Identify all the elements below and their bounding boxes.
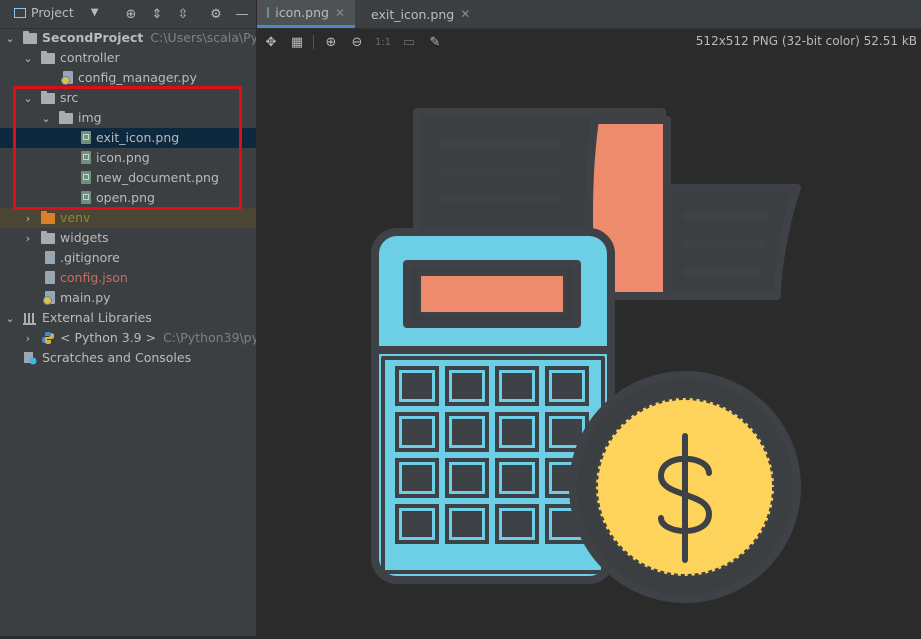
tree-item-config-json[interactable]: config.json (0, 268, 256, 288)
zoom-out-icon[interactable]: ⊖ (347, 32, 367, 52)
image-info: 512x512 PNG (32-bit color) 52.51 kB (695, 34, 917, 48)
python-file-icon (43, 291, 55, 305)
tree-item-venv[interactable]: › venv (0, 208, 256, 228)
image-viewer-toolbar: ✥ ▦ ⊕ ⊖ 1:1 ▭ ✎ 512x512 PNG (32-bit colo… (257, 29, 921, 55)
tree-item-main-py[interactable]: main.py (0, 288, 256, 308)
tree-item-label: .gitignore (60, 250, 120, 265)
tree-item-open-png[interactable]: open.png (0, 188, 256, 208)
tree-item-widgets[interactable]: › widgets (0, 228, 256, 248)
tree-item-scratches[interactable]: Scratches and Consoles (0, 348, 256, 368)
collapse-all-icon[interactable]: ⇳ (174, 5, 192, 23)
project-name: SecondProject (42, 30, 144, 45)
folder-icon (23, 31, 37, 44)
gear-icon[interactable]: ⚙ (207, 5, 225, 23)
project-view-selector[interactable]: Project ▼ (14, 5, 98, 20)
actual-size-button[interactable]: 1:1 (373, 32, 393, 52)
locate-target-icon[interactable]: ⊕ (122, 5, 140, 23)
tab-label: exit_icon.png (371, 6, 455, 22)
project-panel-icon (14, 7, 26, 18)
tree-item-label: External Libraries (42, 310, 152, 325)
background-toggle-icon[interactable]: ▭ (399, 32, 419, 52)
sdk-name: < Python 3.9 > (60, 330, 157, 345)
tree-item-icon-png[interactable]: icon.png (0, 148, 256, 168)
library-icon (23, 311, 37, 325)
calculator-receipt-coin-image (371, 108, 801, 603)
image-file-icon (81, 131, 91, 144)
image-canvas (257, 56, 921, 636)
close-icon[interactable]: ✕ (335, 6, 345, 20)
tab-icon-png[interactable]: icon.png ✕ (257, 0, 355, 28)
tree-item-label: src (60, 90, 79, 105)
project-tree: ⌄ SecondProject C:\Users\scala\PycharmPro… (0, 28, 256, 368)
tab-exit-icon-png[interactable]: exit_icon.png ✕ (355, 0, 475, 28)
chevron-right-icon[interactable]: › (22, 209, 34, 227)
project-panel-header: Project ▼ ⊕ ⇕ ⇳ ⚙ — (0, 0, 256, 29)
tree-item-label: img (78, 110, 102, 125)
folder-icon (59, 111, 73, 124)
tree-item-label: config.json (60, 270, 128, 285)
tree-item-label: < Python 3.9 > C:\Python39\python.exe (60, 330, 256, 345)
tree-item-label: main.py (60, 290, 111, 305)
excluded-folder-icon (41, 211, 55, 224)
tree-item-label: widgets (60, 230, 109, 245)
tree-item-label: venv (60, 210, 91, 225)
tree-item-python-sdk[interactable]: › < Python 3.9 > C:\Python39\python.exe (0, 328, 256, 348)
image-file-icon (81, 171, 91, 184)
tree-item-label: new_document.png (96, 170, 219, 185)
python-icon (41, 331, 55, 345)
chevron-down-icon[interactable]: ⌄ (22, 89, 34, 107)
tree-item-label: icon.png (96, 150, 150, 165)
tree-item-label: config_manager.py (78, 70, 197, 85)
folder-icon (41, 51, 55, 64)
editor-tab-bar: icon.png ✕ exit_icon.png ✕ (257, 0, 921, 29)
json-file-icon (45, 271, 55, 284)
tree-item-label: SecondProject C:\Users\scala\PycharmProje… (42, 30, 256, 45)
tree-item-exit-icon-png[interactable]: exit_icon.png (0, 128, 256, 148)
tree-item-label: Scratches and Consoles (42, 350, 192, 365)
scratches-icon (23, 351, 37, 365)
fit-to-window-icon[interactable]: ✥ (261, 32, 281, 52)
chevron-down-icon[interactable]: ⌄ (22, 49, 34, 67)
hide-panel-icon[interactable]: — (233, 5, 251, 23)
chevron-down-icon: ▼ (90, 7, 99, 18)
zoom-in-icon[interactable]: ⊕ (321, 32, 341, 52)
tree-item-config-manager[interactable]: config_manager.py (0, 68, 256, 88)
image-file-icon (267, 7, 270, 18)
tree-item-controller[interactable]: ⌄ controller (0, 48, 256, 68)
chevron-right-icon[interactable]: › (22, 329, 34, 347)
close-icon[interactable]: ✕ (460, 7, 470, 21)
tree-item-src[interactable]: ⌄ src (0, 88, 256, 108)
project-path: C:\Users\scala\PycharmProjects\SecondPro… (150, 30, 256, 45)
expand-all-icon[interactable]: ⇕ (148, 5, 166, 23)
chevron-right-icon[interactable]: › (22, 229, 34, 247)
tree-item-label: open.png (96, 190, 155, 205)
chevron-down-icon[interactable]: ⌄ (4, 29, 16, 47)
toolbar-separator (313, 35, 314, 49)
tree-item-label: controller (60, 50, 120, 65)
image-file-icon (81, 191, 91, 204)
tree-item-img[interactable]: ⌄ img (0, 108, 256, 128)
folder-icon (41, 231, 55, 244)
ignore-file-icon (45, 251, 55, 264)
folder-icon (41, 91, 55, 104)
sdk-path: C:\Python39\python.exe (163, 330, 256, 345)
chevron-down-icon[interactable]: ⌄ (40, 109, 52, 127)
image-file-icon (81, 151, 91, 164)
tree-item-gitignore[interactable]: .gitignore (0, 248, 256, 268)
tree-item-label: exit_icon.png (96, 130, 180, 145)
tree-item-new-document-png[interactable]: new_document.png (0, 168, 256, 188)
project-panel-title: Project (31, 5, 74, 20)
grid-icon[interactable]: ▦ (287, 32, 307, 52)
tree-item-external-libraries[interactable]: ⌄ External Libraries (0, 308, 256, 328)
project-tool-window: Project ▼ ⊕ ⇕ ⇳ ⚙ — ⌄ SecondProject C:\Us… (0, 0, 256, 636)
tab-label: icon.png (275, 5, 329, 20)
tree-item-secondproject[interactable]: ⌄ SecondProject C:\Users\scala\PycharmPro… (0, 28, 256, 48)
color-picker-icon[interactable]: ✎ (425, 32, 445, 52)
chevron-down-icon[interactable]: ⌄ (4, 309, 16, 327)
python-file-icon (61, 71, 73, 85)
